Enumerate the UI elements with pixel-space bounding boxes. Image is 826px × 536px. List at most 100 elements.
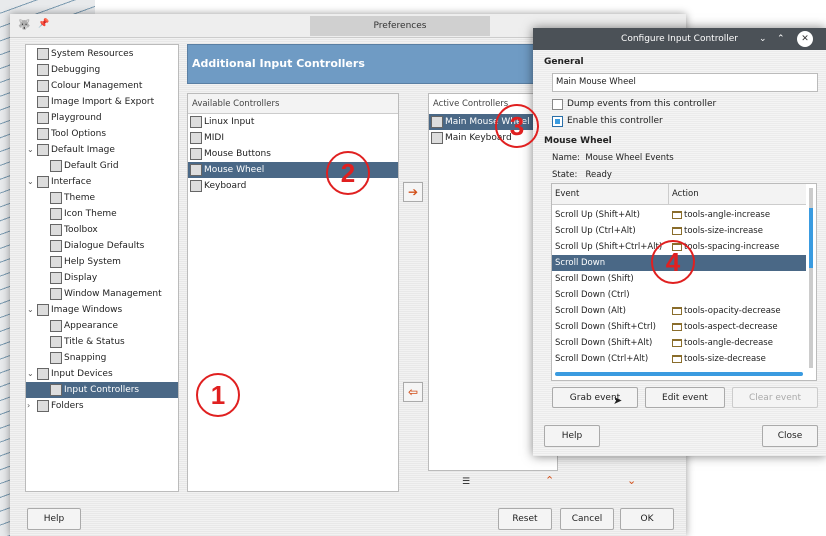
name-label: Name:: [552, 153, 580, 163]
item-label: Mouse Wheel: [204, 165, 265, 175]
annotation-3: 3: [495, 104, 539, 148]
tree-item[interactable]: Theme: [26, 190, 178, 206]
tree-item[interactable]: Title & Status: [26, 334, 178, 350]
horizontal-scrollbar[interactable]: [555, 372, 803, 376]
edit-event-button[interactable]: Edit event: [645, 387, 725, 408]
move-up-icon[interactable]: ⌃: [545, 474, 554, 487]
remove-controller-button[interactable]: ⇦: [403, 382, 423, 402]
column-action[interactable]: Action: [669, 184, 806, 204]
checkbox[interactable]: [552, 115, 563, 127]
tree-item-label: System Resources: [51, 49, 134, 59]
table-row[interactable]: Scroll Down (Ctrl): [552, 287, 806, 303]
tree-item[interactable]: › Folders: [26, 398, 178, 414]
tree-item[interactable]: Image Import & Export: [26, 94, 178, 110]
action-label: tools-spacing-increase: [684, 242, 780, 252]
tree-item[interactable]: Help System: [26, 254, 178, 270]
tree-item[interactable]: Playground: [26, 110, 178, 126]
available-controller-item[interactable]: MIDI: [188, 130, 398, 146]
table-row[interactable]: Scroll Down (Alt) tools-opacity-decrease: [552, 303, 806, 319]
annotation-4: 4: [651, 240, 695, 284]
tree-item-label: Appearance: [64, 321, 119, 331]
maximize-icon[interactable]: ⌃: [777, 28, 785, 50]
column-event[interactable]: Event: [552, 184, 669, 204]
image-import-export-icon: [37, 96, 49, 108]
tree-item[interactable]: Dialogue Defaults: [26, 238, 178, 254]
help-button[interactable]: Help: [27, 508, 81, 530]
tree-item[interactable]: Debugging: [26, 62, 178, 78]
dump-events-checkbox[interactable]: Dump events from this controller: [552, 96, 716, 112]
ok-button[interactable]: OK: [620, 508, 674, 530]
tree-item[interactable]: ⌄ Interface: [26, 174, 178, 190]
tree-item[interactable]: ⌄ Input Devices: [26, 366, 178, 382]
tree-item[interactable]: Display: [26, 270, 178, 286]
clear-event-button[interactable]: Clear event: [732, 387, 818, 408]
state-value: Ready: [585, 170, 612, 180]
tree-item[interactable]: Toolbox: [26, 222, 178, 238]
chevron-down-icon[interactable]: ⌄: [27, 302, 37, 318]
available-controller-item[interactable]: Mouse Buttons: [188, 146, 398, 162]
events-table[interactable]: Event Action Scroll Up (Shift+Alt) tools-…: [551, 183, 817, 381]
tree-item[interactable]: Colour Management: [26, 78, 178, 94]
category-tree[interactable]: System Resources Debugging Colour Manageme…: [25, 44, 179, 492]
tree-item[interactable]: Snapping: [26, 350, 178, 366]
configure-icon[interactable]: ☰: [462, 477, 470, 487]
action-label: tools-angle-decrease: [684, 338, 773, 348]
controller-icon: [190, 180, 202, 192]
dialog-help-button[interactable]: Help: [544, 425, 600, 447]
tree-item-label: Input Devices: [51, 369, 113, 379]
event-cell: Scroll Down (Ctrl+Alt): [555, 354, 649, 364]
action-label: tools-size-increase: [684, 226, 763, 236]
general-heading: General: [544, 57, 584, 67]
dialog-close-button[interactable]: Close: [762, 425, 818, 447]
input-devices-icon: [37, 368, 49, 380]
label: Enable this controller: [567, 116, 663, 126]
table-row[interactable]: Scroll Down (Ctrl+Alt) tools-size-decreas…: [552, 351, 806, 367]
interface-icon: [37, 176, 49, 188]
chevron-down-icon[interactable]: ⌄: [27, 174, 37, 190]
event-cell: Scroll Down (Shift): [555, 274, 634, 284]
tree-item[interactable]: Window Management: [26, 286, 178, 302]
tree-item-label: Snapping: [64, 353, 107, 363]
label: Dump events from this controller: [567, 99, 717, 109]
grab-event-button[interactable]: Grab event: [552, 387, 638, 408]
cancel-button[interactable]: Cancel: [560, 508, 614, 530]
table-row[interactable]: Scroll Down (Shift+Ctrl) tools-aspect-dec…: [552, 319, 806, 335]
tree-item[interactable]: System Resources: [26, 46, 178, 62]
action-cell: tools-size-increase: [669, 223, 806, 239]
enable-controller-checkbox[interactable]: Enable this controller: [552, 113, 663, 129]
move-down-icon[interactable]: ⌄: [627, 474, 636, 487]
add-controller-button[interactable]: ➔: [403, 182, 423, 202]
tree-item[interactable]: Appearance: [26, 318, 178, 334]
table-row[interactable]: Scroll Up (Ctrl+Alt) tools-size-increase: [552, 223, 806, 239]
action-icon: [672, 227, 682, 235]
action-icon: [672, 211, 682, 219]
tree-item[interactable]: Icon Theme: [26, 206, 178, 222]
tree-item[interactable]: Default Grid: [26, 158, 178, 174]
close-icon[interactable]: ✕: [797, 31, 813, 47]
name-value: Mouse Wheel Events: [585, 153, 674, 163]
checkbox[interactable]: [552, 98, 563, 110]
tree-item[interactable]: ⌄ Image Windows: [26, 302, 178, 318]
controller-name-input[interactable]: Main Mouse Wheel: [552, 73, 818, 92]
available-controllers-list[interactable]: Available Controllers Linux Input MIDI Mou…: [187, 93, 399, 492]
reset-button[interactable]: Reset: [498, 508, 552, 530]
default-image-icon: [37, 144, 49, 156]
tree-item[interactable]: Tool Options: [26, 126, 178, 142]
vertical-scrollbar[interactable]: [809, 188, 813, 368]
chevron-down-icon[interactable]: ⌄: [27, 142, 37, 158]
chevron-down-icon[interactable]: ⌄: [27, 366, 37, 382]
tree-item-label: Window Management: [64, 289, 162, 299]
chevron-right-icon[interactable]: ›: [27, 398, 37, 414]
state-row: State: Ready: [552, 170, 612, 180]
table-row[interactable]: Scroll Up (Shift+Alt) tools-angle-increas…: [552, 207, 806, 223]
pin-icon[interactable]: 📌: [38, 19, 49, 29]
dialog-title-bar: Configure Input Controller ⌄ ⌃ ✕: [533, 28, 826, 50]
window-title: Preferences: [310, 16, 490, 36]
tree-item[interactable]: Input Controllers: [26, 382, 178, 398]
event-cell: Scroll Up (Shift+Alt): [555, 210, 640, 220]
available-controller-item[interactable]: Linux Input: [188, 114, 398, 130]
state-label: State:: [552, 170, 578, 180]
tree-item[interactable]: ⌄ Default Image: [26, 142, 178, 158]
minimize-icon[interactable]: ⌄: [759, 28, 767, 50]
table-row[interactable]: Scroll Down (Shift+Alt) tools-angle-decre…: [552, 335, 806, 351]
